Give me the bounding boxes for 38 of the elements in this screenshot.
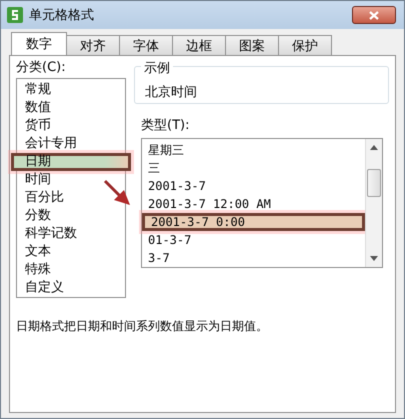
category-item[interactable]: 常规 <box>17 81 59 99</box>
window-title: 单元格格式 <box>29 7 95 24</box>
category-item[interactable]: 分数 <box>17 207 59 225</box>
sample-title: 示例 <box>141 59 173 77</box>
tab[interactable]: 字体 <box>119 35 173 55</box>
type-label: 类型(T): <box>141 118 190 134</box>
category-item[interactable]: 时间 <box>17 171 59 189</box>
close-button[interactable] <box>352 6 396 24</box>
tab[interactable]: 对齐 <box>66 35 120 55</box>
scroll-down-icon[interactable] <box>370 256 378 261</box>
category-label: 分类(C): <box>16 60 67 76</box>
format-type-item[interactable]: 三 <box>142 159 365 177</box>
category-item[interactable]: 货币 <box>17 117 59 135</box>
tab[interactable]: 数字 <box>11 32 67 55</box>
scrollbar-thumb[interactable] <box>367 169 381 197</box>
format-type-item[interactable]: 01-3-7 <box>142 231 365 249</box>
category-item[interactable]: 科学记数 <box>17 225 85 243</box>
category-item[interactable]: 日期 <box>11 153 131 171</box>
category-item[interactable]: 自定义 <box>17 279 72 297</box>
tab[interactable]: 图案 <box>225 35 279 55</box>
format-type-item[interactable]: 2001-3-7 12:00 AM <box>142 195 365 213</box>
format-type-item[interactable]: 2001-3-7 0:00 <box>142 213 365 231</box>
format-type-item[interactable]: 2001-3-7 <box>142 177 365 195</box>
category-item[interactable]: 数值 <box>17 99 59 117</box>
scroll-up-icon[interactable] <box>370 145 378 150</box>
sample-value: 北京时间 <box>145 85 197 100</box>
tab[interactable]: 保护 <box>278 35 332 55</box>
app-icon <box>7 7 23 23</box>
format-type-item[interactable]: 星期三 <box>142 141 365 159</box>
format-type-item[interactable]: 3-7 <box>142 249 365 267</box>
description-text: 日期格式把日期和时间系列数值显示为日期值。 <box>16 318 269 335</box>
close-icon <box>369 10 379 20</box>
category-item[interactable]: 会计专用 <box>17 135 85 153</box>
category-item[interactable]: 文本 <box>17 243 59 261</box>
category-item[interactable]: 百分比 <box>17 189 72 207</box>
tab[interactable]: 边框 <box>172 35 226 55</box>
annotation-arrow <box>104 180 130 205</box>
category-item[interactable]: 特殊 <box>17 261 59 279</box>
